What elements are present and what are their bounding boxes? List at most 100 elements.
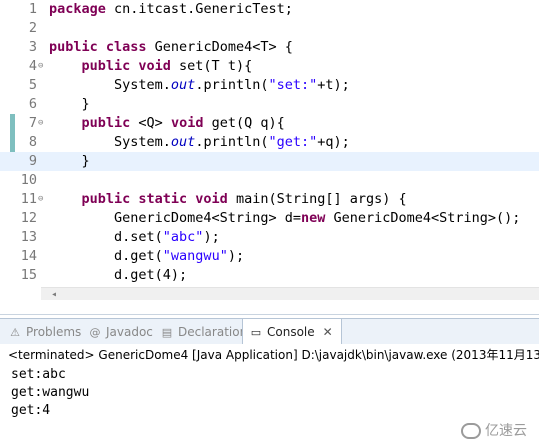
code-token: }	[49, 96, 90, 112]
code-line[interactable]: 3 public class GenericDome4<T> {	[0, 38, 539, 57]
code-token: package	[49, 1, 106, 17]
code-text: public <Q> void get(Q q){	[49, 114, 285, 133]
code-token: .println(	[195, 134, 269, 150]
code-token: public void	[81, 58, 171, 74]
line-number: 15	[20, 267, 37, 283]
code-text: d.set("abc");	[49, 228, 220, 247]
code-token: GenericDome4<String> d=	[49, 210, 301, 226]
code-token: }	[49, 153, 90, 169]
fold-toggle-icon[interactable]: ⊖	[38, 57, 48, 76]
tab-label: Declaration	[178, 325, 248, 339]
line-number: 12	[20, 210, 37, 226]
line-number: 9	[28, 153, 37, 169]
code-token: d.set(	[49, 229, 163, 245]
code-token: );	[227, 248, 245, 264]
code-text: d.get(4);	[49, 266, 187, 285]
code-token: +q);	[317, 134, 350, 150]
code-token: new	[300, 210, 326, 226]
code-token: get(Q q){	[203, 115, 285, 131]
code-line[interactable]: 15 d.get(4);	[0, 266, 539, 285]
fold-toggle-icon[interactable]: ⊖	[38, 190, 48, 209]
code-line[interactable]: 14 d.get("wangwu");	[0, 247, 539, 266]
code-line[interactable]: 4 ⊖ public void set(T t){	[0, 57, 539, 76]
code-text: public static void main(String[] args) {	[49, 190, 407, 209]
line-number: 5	[28, 77, 37, 93]
code-token: "set:"	[268, 77, 318, 93]
horizontal-scrollbar[interactable]: ◂	[41, 287, 539, 301]
cloud-logo-icon	[461, 423, 481, 439]
code-token: d.get(	[49, 248, 163, 264]
code-token: set(T t){	[170, 58, 253, 74]
console-view[interactable]: <terminated> GenericDome4 [Java Applicat…	[0, 344, 539, 444]
console-icon: ▭	[250, 326, 262, 339]
code-token: cn.itcast.GenericTest;	[105, 1, 293, 17]
code-line[interactable]: 2	[0, 19, 539, 38]
tab-problems[interactable]: ⚠ Problems	[8, 319, 81, 345]
tab-declaration[interactable]: ▤ Declaration	[160, 319, 247, 345]
code-text: package cn.itcast.GenericTest;	[49, 0, 293, 19]
console-output-line: get:wangwu	[11, 385, 90, 400]
view-tab-bar: ⚠ Problems @ Javadoc ▤ Declaration ▭ Console ✕	[0, 318, 539, 346]
line-number: 8	[28, 134, 37, 150]
code-token: <Q>	[130, 115, 171, 131]
code-text: d.get("wangwu");	[49, 247, 244, 266]
code-text: GenericDome4<String> d=new GenericDome4<…	[49, 209, 520, 228]
code-token: .println(	[195, 77, 269, 93]
code-line[interactable]: 9 }	[0, 152, 539, 171]
code-token: public static void	[81, 191, 228, 207]
console-output-line: set:abc	[11, 367, 66, 382]
fold-toggle-icon[interactable]: ⊖	[38, 114, 48, 133]
line-number: 4	[28, 58, 37, 74]
code-line[interactable]: 6 }	[0, 95, 539, 114]
tab-label: Console	[267, 325, 315, 339]
code-token: "abc"	[162, 229, 204, 245]
code-token: +t);	[317, 77, 350, 93]
code-line[interactable]: 12 GenericDome4<String> d=new GenericDom…	[0, 209, 539, 228]
code-token: d.get(4);	[49, 267, 188, 283]
problems-icon: ⚠	[10, 326, 20, 339]
console-status: <terminated> GenericDome4 [Java Applicat…	[8, 348, 539, 362]
code-editor[interactable]: 1 package cn.itcast.GenericTest; 2 3 public …	[0, 0, 539, 287]
line-number: 10	[20, 172, 37, 188]
code-token: public	[81, 115, 131, 131]
tab-console[interactable]: ▭ Console ✕	[242, 319, 342, 346]
line-number: 13	[20, 229, 37, 245]
code-text: public void set(T t){	[49, 57, 253, 76]
declaration-icon: ▤	[161, 326, 173, 339]
code-line[interactable]: 13 d.set("abc");	[0, 228, 539, 247]
code-line[interactable]: 7 ⊖ public <Q> void get(Q q){	[0, 114, 539, 133]
console-output-line: get:4	[11, 403, 51, 418]
close-icon[interactable]: ✕	[323, 325, 333, 339]
line-number: 7	[28, 115, 37, 131]
code-token: public class	[49, 39, 147, 55]
code-line[interactable]: 5 System.out.println("set:"+t);	[0, 76, 539, 95]
code-token: );	[203, 229, 220, 245]
code-token: System.	[49, 134, 171, 150]
tab-label: Problems	[26, 325, 82, 339]
code-line[interactable]: 1 package cn.itcast.GenericTest;	[0, 0, 539, 19]
code-token: System.	[49, 77, 171, 93]
line-number: 1	[28, 1, 37, 17]
code-token: GenericDome4<T> {	[146, 39, 293, 55]
line-number: 14	[20, 248, 37, 264]
code-text: System.out.println("set:"+t);	[49, 76, 350, 95]
code-text: }	[49, 152, 90, 171]
line-number: 11	[20, 191, 37, 207]
line-number: 6	[28, 96, 37, 112]
tab-javadoc[interactable]: @ Javadoc	[88, 319, 153, 345]
code-token: "wangwu"	[162, 248, 228, 264]
code-token: out	[170, 134, 196, 150]
watermark: 亿速云	[461, 420, 527, 440]
watermark-text: 亿速云	[485, 423, 527, 439]
code-line[interactable]: 8 System.out.println("get:"+q);	[0, 133, 539, 152]
code-text: System.out.println("get:"+q);	[49, 133, 350, 152]
code-token: "get:"	[268, 134, 318, 150]
line-number: 3	[28, 39, 37, 55]
javadoc-icon: @	[89, 326, 101, 339]
code-text: public class GenericDome4<T> {	[49, 38, 293, 57]
code-lines: 1 package cn.itcast.GenericTest; 2 3 public …	[0, 0, 539, 285]
code-line[interactable]: 10	[0, 171, 539, 190]
code-line[interactable]: 11 ⊖ public static void main(String[] arg…	[0, 190, 539, 209]
